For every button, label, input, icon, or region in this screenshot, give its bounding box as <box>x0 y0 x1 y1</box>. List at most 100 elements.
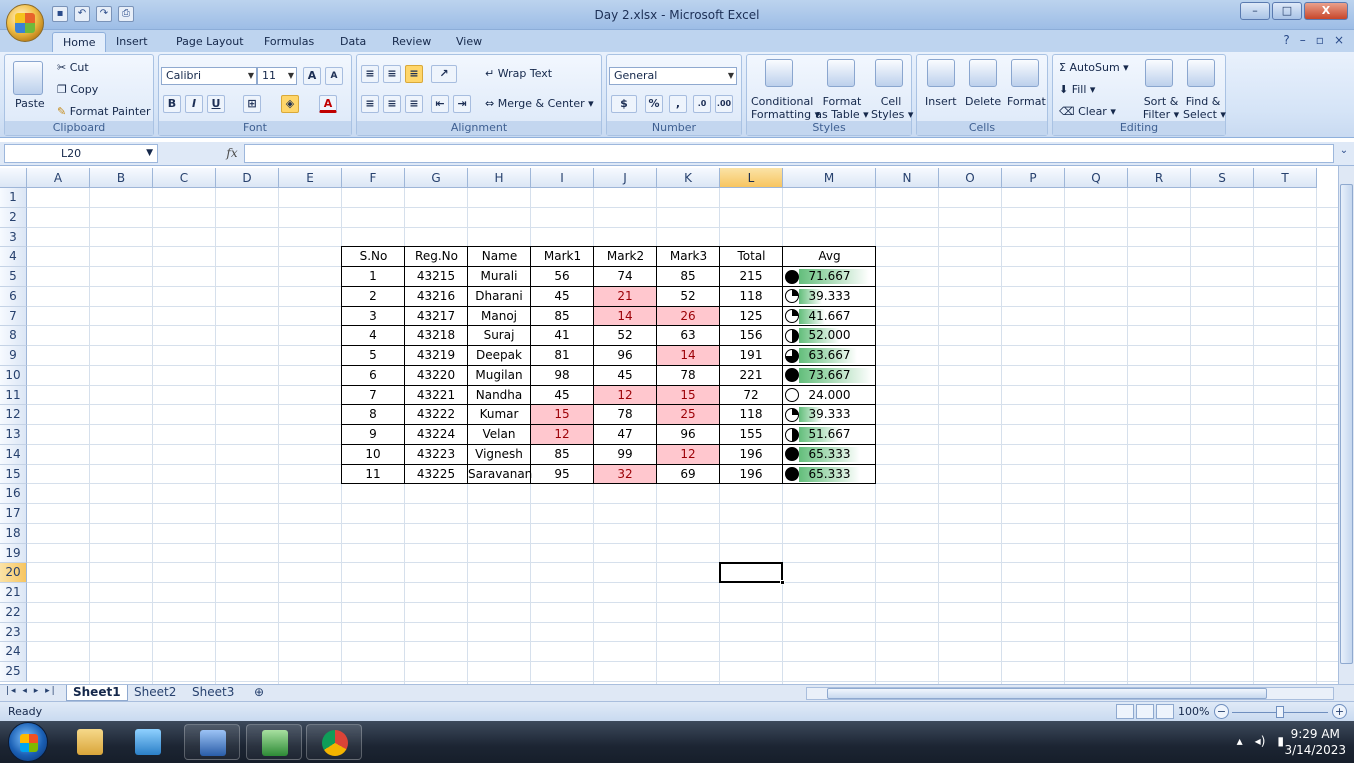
cell-styles-icon[interactable] <box>875 59 903 87</box>
table-cell-sno[interactable]: 6 <box>342 366 404 385</box>
table-cell-name[interactable]: Dharani <box>468 287 530 306</box>
show-hidden-icons-icon[interactable]: ▴ <box>1237 734 1243 748</box>
format-painter-button[interactable]: ✎ Format Painter <box>57 105 151 118</box>
minimize-button[interactable]: – <box>1240 2 1270 20</box>
tab-page-layout[interactable]: Page Layout <box>166 32 254 52</box>
table-cell-m1[interactable]: 15 <box>531 405 593 424</box>
word-icon[interactable] <box>184 724 240 760</box>
bold-button[interactable]: B <box>163 95 181 113</box>
column-header-l[interactable]: L <box>720 168 783 188</box>
table-cell-avg[interactable]: 71.667 <box>783 267 876 287</box>
align-middle-icon[interactable]: ≡ <box>383 65 401 83</box>
table-cell-m3[interactable]: 96 <box>657 425 719 444</box>
row-header-23[interactable]: 23 <box>0 622 27 643</box>
active-cell-selection[interactable] <box>719 562 783 583</box>
table-cell-m3[interactable]: 15 <box>657 385 719 405</box>
increase-decimal-icon[interactable]: .0 <box>693 95 711 113</box>
table-cell-m1[interactable]: 41 <box>531 326 593 345</box>
table-cell-total[interactable]: 191 <box>720 346 782 365</box>
column-header-j[interactable]: J <box>594 168 657 188</box>
binoculars-icon[interactable] <box>1187 59 1215 87</box>
file-manager-icon[interactable] <box>120 724 176 760</box>
table-cell-sno[interactable]: 4 <box>342 326 404 345</box>
row-header-15[interactable]: 15 <box>0 464 27 485</box>
table-header-cell[interactable]: Total <box>720 247 783 267</box>
sheet-tab-3[interactable]: Sheet3 <box>186 685 240 701</box>
column-header-g[interactable]: G <box>405 168 468 188</box>
format-button[interactable]: Format <box>1007 95 1046 108</box>
conditional-formatting-button[interactable]: Conditional Formatting ▾ <box>751 95 820 121</box>
shrink-font-icon[interactable]: A <box>325 67 343 85</box>
table-cell-name[interactable]: Murali <box>468 267 530 286</box>
table-cell-sno[interactable]: 11 <box>342 465 404 484</box>
column-header-r[interactable]: R <box>1128 168 1191 188</box>
sort-filter-button[interactable]: Sort & Filter ▾ <box>1141 95 1181 121</box>
table-cell-reg[interactable]: 43216 <box>405 287 467 306</box>
column-header-h[interactable]: H <box>468 168 531 188</box>
table-cell-avg[interactable]: 73.667 <box>783 366 876 386</box>
table-cell-total[interactable]: 221 <box>720 366 782 385</box>
table-cell-m3[interactable]: 85 <box>657 267 719 286</box>
table-cell-m3[interactable]: 69 <box>657 465 719 484</box>
fill-handle[interactable] <box>780 580 785 585</box>
help-icon[interactable]: ? <box>1283 33 1289 47</box>
tab-home[interactable]: Home <box>52 32 107 52</box>
grow-font-icon[interactable]: A <box>303 67 321 85</box>
table-cell-sno[interactable]: 3 <box>342 307 404 326</box>
table-cell-name[interactable]: Nandha <box>468 386 530 405</box>
table-cell-total[interactable]: 118 <box>720 287 782 306</box>
copy-button[interactable]: ❐ Copy <box>57 83 98 96</box>
chrome-icon[interactable] <box>306 724 362 760</box>
column-header-o[interactable]: O <box>939 168 1002 188</box>
table-cell-m3[interactable]: 14 <box>657 346 719 365</box>
table-cell-m2[interactable]: 52 <box>594 326 656 345</box>
table-cell-reg[interactable]: 43222 <box>405 405 467 424</box>
row-header-14[interactable]: 14 <box>0 444 27 465</box>
insert-function-icon[interactable]: fx <box>222 144 242 163</box>
table-cell-m3[interactable]: 12 <box>657 444 719 464</box>
table-cell-sno[interactable]: 5 <box>342 346 404 365</box>
table-cell-m1[interactable]: 98 <box>531 366 593 385</box>
column-header-d[interactable]: D <box>216 168 279 188</box>
row-header-2[interactable]: 2 <box>0 207 27 228</box>
tab-view[interactable]: View <box>446 32 492 52</box>
vertical-scrollbar[interactable] <box>1338 166 1354 684</box>
table-cell-m2[interactable]: 12 <box>594 385 656 405</box>
sheet-tab-2[interactable]: Sheet2 <box>128 685 182 701</box>
column-header-t[interactable]: T <box>1254 168 1317 188</box>
align-right-icon[interactable]: ≡ <box>405 95 423 113</box>
close-button[interactable]: X <box>1304 2 1348 20</box>
table-cell-total[interactable]: 118 <box>720 405 782 424</box>
table-cell-m2[interactable]: 78 <box>594 405 656 424</box>
worksheet-grid[interactable]: A B C D E F G H I J K L M N O P Q R S T 1 2 3 4 5 6 7 8 9 10 11 12 13 14 1… <box>0 168 1338 684</box>
table-cell-m2[interactable]: 99 <box>594 445 656 464</box>
column-header-e[interactable]: E <box>279 168 342 188</box>
table-header-cell[interactable]: Reg.No <box>405 247 468 267</box>
office-button[interactable] <box>6 4 44 42</box>
row-header-9[interactable]: 9 <box>0 346 27 366</box>
table-cell-m1[interactable]: 95 <box>531 465 593 484</box>
horizontal-scrollbar[interactable] <box>806 687 1334 700</box>
currency-button[interactable]: $ <box>611 95 637 113</box>
table-cell-m2[interactable]: 96 <box>594 346 656 365</box>
table-cell-sno[interactable]: 8 <box>342 405 404 424</box>
column-header-f[interactable]: F <box>342 168 405 188</box>
format-as-table-icon[interactable] <box>827 59 855 87</box>
table-cell-reg[interactable]: 43221 <box>405 386 467 405</box>
borders-icon[interactable]: ⊞ <box>243 95 261 113</box>
table-cell-total[interactable]: 155 <box>720 425 782 444</box>
underline-button[interactable]: U <box>207 95 225 113</box>
table-header-cell[interactable]: Avg <box>783 247 876 267</box>
table-cell-sno[interactable]: 9 <box>342 425 404 444</box>
row-header-19[interactable]: 19 <box>0 543 27 564</box>
font-size-combo[interactable]: 11 ▼ <box>257 67 297 85</box>
table-cell-m2[interactable]: 45 <box>594 366 656 385</box>
fill-button[interactable]: ⬇ Fill ▾ <box>1059 83 1095 96</box>
tab-formulas[interactable]: Formulas <box>254 32 324 52</box>
delete-cells-icon[interactable] <box>969 59 997 87</box>
sheet-nav-arrows[interactable]: |◂ ◂ ▸ ▸| <box>6 686 57 696</box>
table-cell-reg[interactable]: 43219 <box>405 346 467 365</box>
table-cell-sno[interactable]: 2 <box>342 287 404 306</box>
insert-cells-icon[interactable] <box>927 59 955 87</box>
cut-button[interactable]: ✂ Cut <box>57 61 89 74</box>
